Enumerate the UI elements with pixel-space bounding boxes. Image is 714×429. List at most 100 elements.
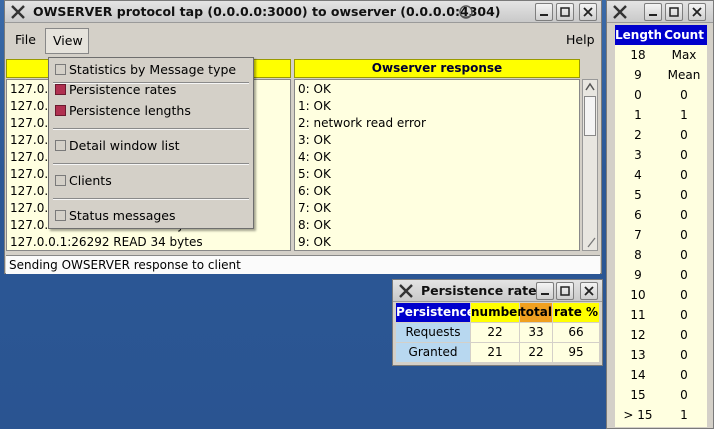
minimize-icon xyxy=(649,14,657,16)
granted-total: 22 xyxy=(520,343,552,362)
list-item[interactable]: 127.0. xyxy=(10,150,48,167)
maximize-icon xyxy=(560,286,570,296)
menu-item-persistence-rates[interactable]: Persistence rates xyxy=(53,80,251,100)
list-item[interactable]: 127.0. xyxy=(10,116,48,133)
count-cell: 0 xyxy=(661,145,707,165)
requests-number: 22 xyxy=(471,323,519,342)
list-item[interactable]: 4: OK xyxy=(298,150,331,167)
length-cell: 9 xyxy=(615,265,661,285)
count-cell: Mean xyxy=(661,65,707,85)
list-item[interactable]: 7: OK xyxy=(298,201,331,218)
response-scrollbar[interactable] xyxy=(582,79,598,251)
response-list[interactable]: 0: OK 1: OK 2: network read error 3: OK … xyxy=(294,79,580,251)
count-cell: 0 xyxy=(661,85,707,105)
count-header: Count xyxy=(661,25,707,45)
protocol-tap-window: OWSERVER protocol tap (0.0.0.0:3000) to … xyxy=(4,0,602,274)
minimize-icon xyxy=(540,14,548,16)
menu-view-label: View xyxy=(53,33,83,48)
window-menu-x-icon[interactable] xyxy=(9,3,27,21)
menu-item-persistence-lengths[interactable]: Persistence lengths xyxy=(53,101,251,121)
count-cell: 0 xyxy=(661,225,707,245)
length-cell: 13 xyxy=(615,345,661,365)
length-cell: 8 xyxy=(615,245,661,265)
menu-item-status-messages[interactable]: Status messages xyxy=(53,206,251,226)
count-cell: 0 xyxy=(661,125,707,145)
resize-grip-icon[interactable] xyxy=(585,236,597,248)
maximize-button[interactable] xyxy=(556,282,574,300)
persistence-titlebar[interactable]: Persistence rates xyxy=(393,280,602,302)
total-header: total xyxy=(520,303,552,322)
count-cell: 0 xyxy=(661,345,707,365)
list-item[interactable]: 9: OK xyxy=(298,235,331,250)
list-item[interactable]: 127.0.0.1:26292 READ 34 bytes xyxy=(10,235,203,250)
scrollbar-thumb[interactable] xyxy=(584,96,596,136)
length-cell: 3 xyxy=(615,145,661,165)
list-item[interactable]: 127.0. xyxy=(10,82,48,99)
persistence-header: Persistence xyxy=(396,303,475,322)
menu-item-detail-window-list[interactable]: Detail window list xyxy=(53,136,251,156)
minimize-button[interactable] xyxy=(536,282,554,300)
minimize-button[interactable] xyxy=(535,3,553,21)
list-item[interactable]: 127.0. xyxy=(10,184,48,201)
maximize-icon xyxy=(669,7,679,17)
requests-rate: 66 xyxy=(553,323,599,342)
close-button[interactable] xyxy=(579,3,597,21)
menu-bar: File View Help xyxy=(6,24,600,56)
lengths-titlebar[interactable] xyxy=(607,1,713,23)
list-item[interactable]: 127.0. xyxy=(10,167,48,184)
close-button[interactable] xyxy=(688,3,706,21)
checkbox-icon xyxy=(55,64,66,75)
count-cell: 0 xyxy=(661,185,707,205)
menu-item-label: Detail window list xyxy=(69,138,180,153)
window-menu-x-icon[interactable] xyxy=(397,282,415,300)
lengths-table: Length Count 18 Max 9 Mean 0 0 1 1 2 0 3 0 4 0 5 0 6 0 7 0 8… xyxy=(615,25,707,427)
list-item[interactable]: 127.0. xyxy=(10,133,48,150)
checkbox-icon xyxy=(55,84,66,95)
length-cell: 14 xyxy=(615,365,661,385)
list-item[interactable]: 8: OK xyxy=(298,218,331,235)
menu-item-label: Clients xyxy=(69,173,112,188)
persistence-rates-window: Persistence rates Persistence number tot… xyxy=(392,279,603,366)
menu-help[interactable]: Help xyxy=(566,32,595,47)
scroll-up-arrow-icon[interactable] xyxy=(584,81,596,93)
maximize-button[interactable] xyxy=(665,3,683,21)
persistence-window-title: Persistence rates xyxy=(421,283,545,298)
list-item[interactable]: 127.0. xyxy=(10,201,48,218)
list-item[interactable]: 0: OK xyxy=(298,82,331,99)
length-cell: 10 xyxy=(615,285,661,305)
count-cell: 1 xyxy=(661,405,707,425)
length-cell: 2 xyxy=(615,125,661,145)
shade-icon[interactable] xyxy=(457,4,475,20)
requests-label: Requests xyxy=(396,323,470,342)
list-item[interactable]: 5: OK xyxy=(298,167,331,184)
menu-item-label: Status messages xyxy=(69,208,176,223)
menu-item-statistics[interactable]: Statistics by Message type xyxy=(53,60,251,80)
close-button[interactable] xyxy=(580,282,598,300)
menu-separator xyxy=(53,198,249,200)
count-cell: 1 xyxy=(661,105,707,125)
list-item[interactable]: 2: network read error xyxy=(298,116,426,133)
maximize-button[interactable] xyxy=(556,3,574,21)
list-item[interactable]: 127.0. xyxy=(10,99,48,116)
length-cell: 11 xyxy=(615,305,661,325)
length-cell: 12 xyxy=(615,325,661,345)
maximize-icon xyxy=(560,7,570,17)
list-item[interactable]: 6: OK xyxy=(298,184,331,201)
close-icon xyxy=(583,7,593,17)
count-cell: 0 xyxy=(661,245,707,265)
count-cell: 0 xyxy=(661,305,707,325)
list-item[interactable]: 3: OK xyxy=(298,133,331,150)
menu-item-clients[interactable]: Clients xyxy=(53,171,251,191)
count-cell: 0 xyxy=(661,285,707,305)
persistence-lengths-window: Length Count 18 Max 9 Mean 0 0 1 1 2 0 3 0 4 0 5 0 6 0 7 0 8… xyxy=(606,0,714,429)
menu-item-label: Persistence rates xyxy=(69,82,177,97)
menu-view[interactable]: View xyxy=(45,28,89,54)
list-item[interactable]: 1: OK xyxy=(298,99,331,116)
menu-file[interactable]: File xyxy=(15,32,36,47)
window-menu-x-icon[interactable] xyxy=(611,3,629,21)
rate-header: rate % xyxy=(553,303,599,322)
close-icon xyxy=(692,7,702,17)
menu-separator xyxy=(53,128,249,130)
main-titlebar[interactable]: OWSERVER protocol tap (0.0.0.0:3000) to … xyxy=(5,1,601,23)
minimize-button[interactable] xyxy=(644,3,662,21)
